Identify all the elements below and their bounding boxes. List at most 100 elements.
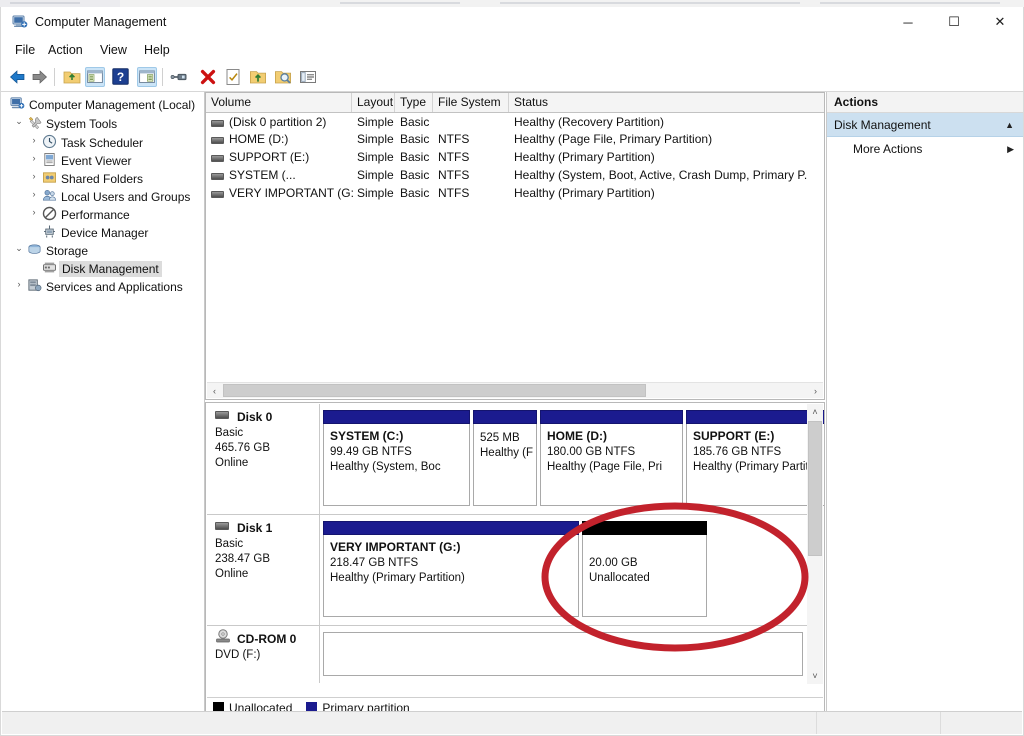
close-button[interactable]: ✕ bbox=[977, 7, 1023, 37]
partition-size: 218.47 GB NTFS bbox=[330, 557, 419, 569]
expander-task-scheduler[interactable]: › bbox=[28, 134, 40, 146]
cell-type: Basic bbox=[400, 168, 430, 182]
cell-file-system: NTFS bbox=[438, 168, 470, 182]
disk-row-cdrom-0[interactable]: CD-ROM 0 DVD (F:) bbox=[207, 626, 808, 683]
scrollbar-thumb[interactable] bbox=[223, 384, 646, 397]
sidebar-item-local-users-and-groups[interactable]: Local Users and Groups bbox=[42, 187, 190, 206]
table-row[interactable]: SYSTEM (... Simple Basic NTFS Healthy (S… bbox=[206, 167, 824, 185]
back-icon[interactable] bbox=[7, 67, 27, 87]
partition-empty-cdrom[interactable] bbox=[323, 632, 803, 676]
scroll-down-arrow[interactable]: ˅ bbox=[807, 668, 823, 684]
expander-local-users-and-groups[interactable]: › bbox=[28, 188, 40, 200]
expander-performance[interactable]: › bbox=[28, 206, 40, 218]
toolbar: ? bbox=[1, 63, 1023, 92]
sidebar-item-services-and-applications[interactable]: Services and Applications bbox=[27, 277, 183, 296]
disk-info-cdrom-0: CD-ROM 0 DVD (F:) bbox=[207, 626, 320, 683]
expander-event-viewer[interactable]: › bbox=[28, 152, 40, 164]
menu-file[interactable]: File bbox=[9, 42, 41, 58]
column-header-volume[interactable]: Volume bbox=[206, 93, 352, 112]
services-icon bbox=[27, 278, 42, 296]
export-list-icon[interactable] bbox=[248, 67, 268, 87]
computer-icon bbox=[10, 96, 25, 114]
connect-icon[interactable] bbox=[170, 67, 190, 87]
sidebar-item-event-viewer[interactable]: Event Viewer bbox=[42, 151, 131, 170]
help-icon[interactable]: ? bbox=[111, 67, 131, 87]
show-hide-console-tree-icon[interactable] bbox=[85, 67, 105, 87]
sidebar-item-label: Task Scheduler bbox=[61, 135, 144, 150]
disk-type: Basic bbox=[215, 427, 244, 439]
show-details-icon[interactable] bbox=[298, 67, 318, 87]
sidebar-item-device-manager[interactable]: Device Manager bbox=[42, 223, 148, 242]
rescan-disks-icon[interactable] bbox=[273, 67, 293, 87]
partition-title: SUPPORT (E:) bbox=[693, 429, 775, 443]
sidebar-item-storage[interactable]: Storage bbox=[27, 241, 88, 260]
cell-file-system: NTFS bbox=[438, 150, 470, 164]
chevron-up-icon[interactable]: ▲ bbox=[1005, 120, 1014, 130]
tree-root[interactable]: Computer Management (Local) bbox=[10, 95, 195, 114]
volume-list: Volume Layout Type File System Status (D… bbox=[205, 92, 825, 400]
disk-name: Disk 0 bbox=[237, 410, 273, 424]
sidebar-item-performance[interactable]: Performance bbox=[42, 205, 130, 224]
actions-group-disk-management[interactable]: Disk Management ▲ bbox=[827, 113, 1023, 137]
menu-view[interactable]: View bbox=[94, 42, 133, 58]
scroll-right-arrow[interactable]: › bbox=[808, 383, 823, 398]
volume-icon bbox=[211, 137, 224, 144]
menu-action[interactable]: Action bbox=[42, 42, 89, 58]
cell-layout: Simple bbox=[357, 150, 394, 164]
partition-unallocated[interactable]: 20.00 GB Unallocated bbox=[582, 521, 707, 617]
sidebar-item-disk-management[interactable]: Disk Management bbox=[42, 259, 162, 278]
window-controls: ─ ☐ ✕ bbox=[885, 7, 1023, 37]
partition-system-c[interactable]: SYSTEM (C:) 99.49 GB NTFS Healthy (Syste… bbox=[323, 410, 470, 506]
partition-color-bar bbox=[582, 521, 707, 535]
table-row[interactable]: (Disk 0 partition 2) Simple Basic Health… bbox=[206, 114, 824, 132]
partition-support-e[interactable]: SUPPORT (E:) 185.76 GB NTFS Healthy (Pri… bbox=[686, 410, 824, 506]
maximize-button[interactable]: ☐ bbox=[931, 7, 977, 37]
show-hide-action-pane-icon[interactable] bbox=[137, 67, 157, 87]
partition-size: 180.00 GB NTFS bbox=[547, 446, 636, 458]
expander-storage[interactable]: ⌄ bbox=[13, 242, 25, 254]
volume-list-horizontal-scrollbar[interactable]: ‹ › bbox=[207, 382, 823, 398]
expander-system-tools[interactable]: ⌄ bbox=[13, 115, 25, 127]
status-bar-separator bbox=[940, 712, 941, 734]
expander-shared-folders[interactable]: › bbox=[28, 170, 40, 182]
table-row[interactable]: VERY IMPORTANT (G:) Simple Basic NTFS He… bbox=[206, 185, 824, 203]
volume-list-header: Volume Layout Type File System Status bbox=[206, 93, 824, 113]
partition-very-important-g[interactable]: VERY IMPORTANT (G:) 218.47 GB NTFS Healt… bbox=[323, 521, 579, 617]
expander-services-and-applications[interactable]: › bbox=[13, 278, 25, 290]
delete-icon[interactable] bbox=[198, 67, 218, 87]
scroll-up-arrow[interactable]: ˄ bbox=[807, 404, 823, 420]
partition-home-d[interactable]: HOME (D:) 180.00 GB NTFS Healthy (Page F… bbox=[540, 410, 683, 506]
details-pane: Volume Layout Type File System Status (D… bbox=[205, 92, 825, 719]
sidebar-item-task-scheduler[interactable]: Task Scheduler bbox=[42, 133, 143, 152]
sidebar-item-label: Shared Folders bbox=[61, 171, 144, 186]
cell-volume: SUPPORT (E:) bbox=[229, 150, 310, 164]
scroll-left-arrow[interactable]: ‹ bbox=[207, 383, 222, 398]
forward-icon[interactable] bbox=[30, 67, 50, 87]
sidebar-item-label: Disk Management bbox=[59, 260, 162, 277]
disk-graphical-view: Disk 0 Basic 465.76 GB Online SYSTEM (C:… bbox=[205, 402, 825, 719]
column-header-layout[interactable]: Layout bbox=[352, 93, 395, 112]
properties-icon[interactable] bbox=[223, 67, 243, 87]
disk-view-scrollbar[interactable]: ˄ ˅ bbox=[807, 404, 823, 684]
disk-type: Basic bbox=[215, 538, 244, 550]
disk-row-disk-1[interactable]: Disk 1 Basic 238.47 GB Online VERY IMPOR… bbox=[207, 515, 808, 626]
scrollbar-thumb[interactable] bbox=[808, 421, 822, 556]
action-more-actions[interactable]: More Actions ▶ bbox=[827, 137, 1023, 161]
column-header-type[interactable]: Type bbox=[395, 93, 433, 112]
partition-recovery[interactable]: 525 MB Healthy (F bbox=[473, 410, 537, 506]
column-header-file-system[interactable]: File System bbox=[433, 93, 509, 112]
event-viewer-icon bbox=[42, 152, 57, 170]
sidebar-item-system-tools[interactable]: System Tools bbox=[27, 114, 117, 133]
partition-size: 525 MB bbox=[480, 432, 520, 444]
chevron-right-icon[interactable]: ▶ bbox=[1007, 144, 1014, 155]
column-header-status[interactable]: Status bbox=[509, 93, 824, 112]
partition-size: 99.49 GB NTFS bbox=[330, 446, 412, 458]
sidebar-item-label: Storage bbox=[46, 243, 89, 258]
table-row[interactable]: SUPPORT (E:) Simple Basic NTFS Healthy (… bbox=[206, 149, 824, 167]
minimize-button[interactable]: ─ bbox=[885, 7, 931, 37]
disk-row-disk-0[interactable]: Disk 0 Basic 465.76 GB Online SYSTEM (C:… bbox=[207, 404, 824, 515]
menu-help[interactable]: Help bbox=[138, 42, 176, 58]
up-folder-icon[interactable] bbox=[62, 67, 82, 87]
sidebar-item-shared-folders[interactable]: Shared Folders bbox=[42, 169, 143, 188]
table-row[interactable]: HOME (D:) Simple Basic NTFS Healthy (Pag… bbox=[206, 131, 824, 149]
